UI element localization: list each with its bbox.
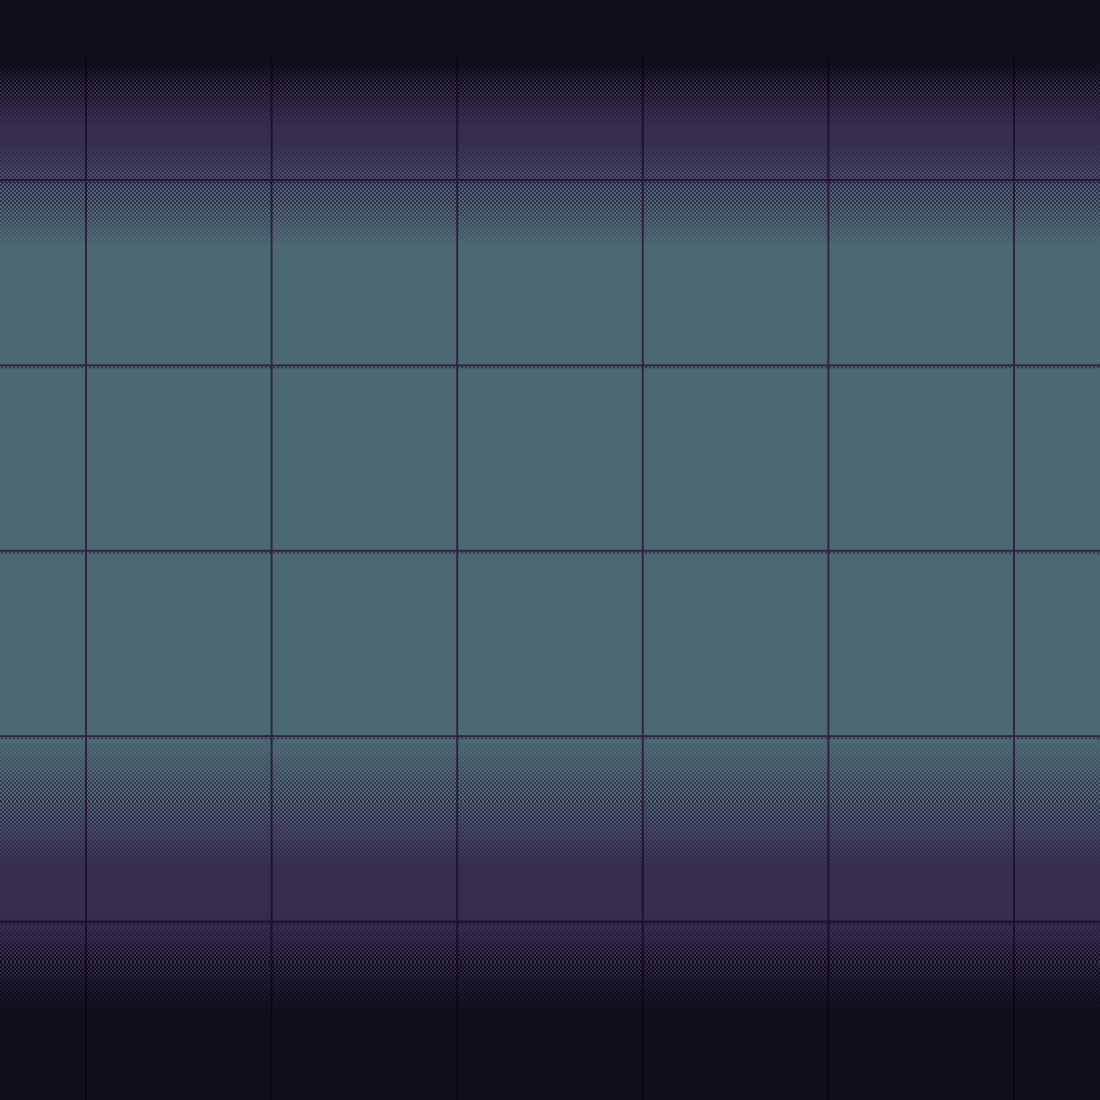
game-viewport[interactable] [0, 0, 1100, 1100]
tile-grid-lines [0, 58, 1100, 1100]
